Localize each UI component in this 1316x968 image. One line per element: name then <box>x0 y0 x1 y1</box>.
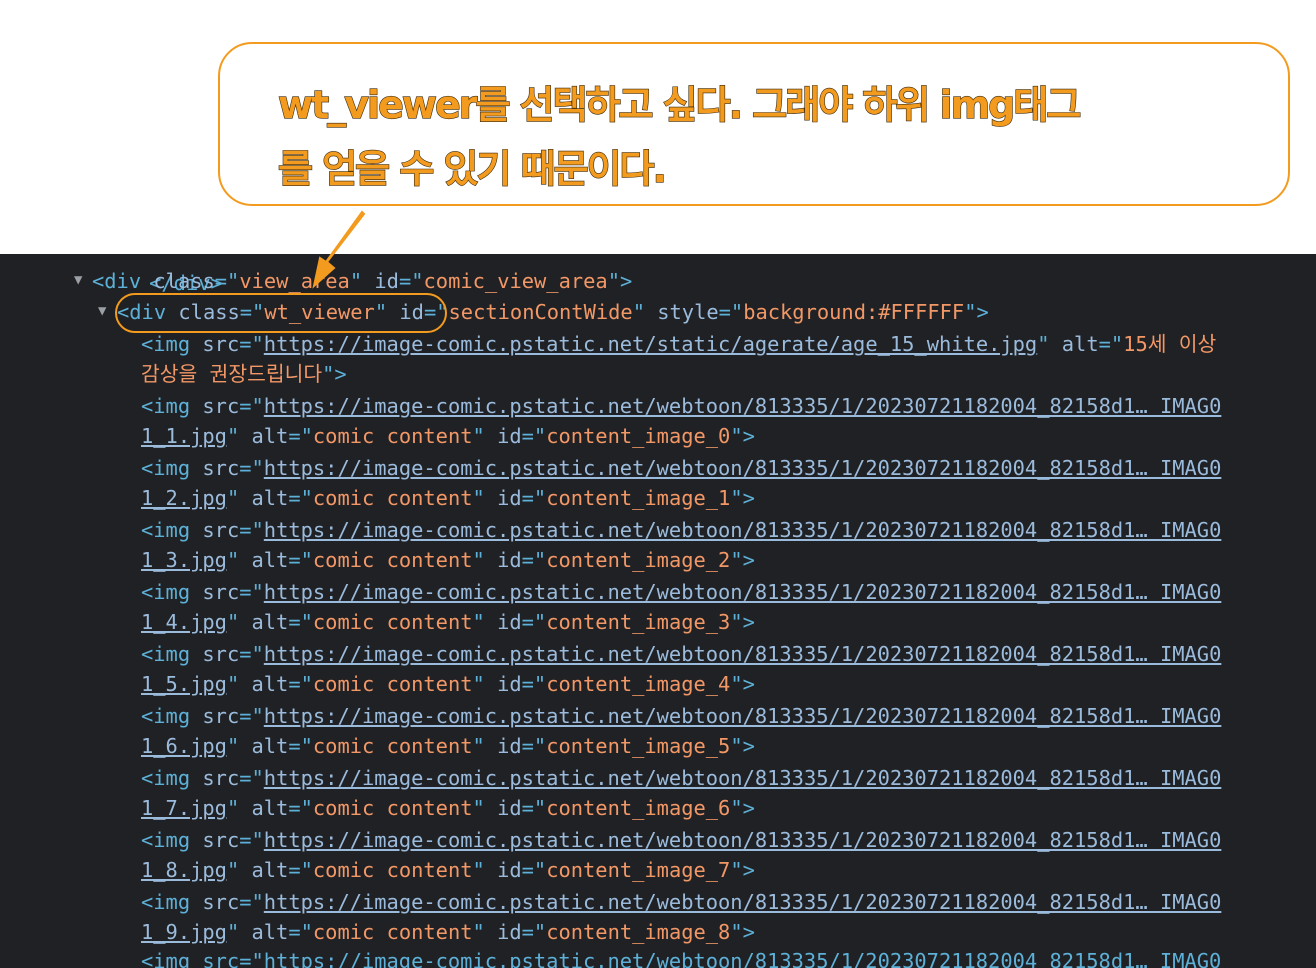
node-content-image[interactable]: <img src="https://image-comic.pstatic.ne… <box>141 887 1221 917</box>
node-content-image-wrap: 1_2.jpg" alt="comic content" id="content… <box>141 486 755 510</box>
src-link-file[interactable]: 1_2.jpg <box>141 486 227 510</box>
src-link-file[interactable]: 1_7.jpg <box>141 796 227 820</box>
src-link[interactable]: https://image-comic.pstatic.net/static/a… <box>264 332 1037 356</box>
annotation-callout: wt_viewer를 선택하고 싶다. 그래야 하위 img태그 를 얻을 수 … <box>218 42 1290 206</box>
node-content-image-wrap: 1_1.jpg" alt="comic content" id="content… <box>141 424 755 448</box>
node-content-image[interactable]: <img src="https://image-comic.pstatic.ne… <box>141 701 1221 731</box>
src-link[interactable]: https://image-comic.pstatic.net/webtoon/… <box>264 642 1222 666</box>
node-content-image-wrap: 1_3.jpg" alt="comic content" id="content… <box>141 548 755 572</box>
callout-text-line2: 를 얻을 수 있기 때문이다. <box>277 146 667 191</box>
node-content-image[interactable]: <img src="https://image-comic.pstatic.ne… <box>141 639 1221 669</box>
node-content-image-wrap: 1_4.jpg" alt="comic content" id="content… <box>141 610 755 634</box>
src-link-file[interactable]: 1_5.jpg <box>141 672 227 696</box>
src-link[interactable]: https://image-comic.pstatic.net/webtoon/… <box>264 828 1222 852</box>
node-content-image[interactable]: <img src="https://image-comic.pstatic.ne… <box>141 763 1221 793</box>
src-link[interactable]: https://image-comic.pstatic.net/webtoon/… <box>264 394 1222 418</box>
src-link-file[interactable]: 1_4.jpg <box>141 610 227 634</box>
expand-triangle-icon[interactable]: ▼ <box>74 272 82 288</box>
callout-text-line1: wt_viewer를 선택하고 싶다. 그래야 하위 img태그 <box>277 82 1082 127</box>
src-link[interactable]: https://image-comic.pstatic.net/webtoon/… <box>264 518 1222 542</box>
node-content-image[interactable]: <img src="https://image-comic.pstatic.ne… <box>141 577 1221 607</box>
src-link-file[interactable]: 1_9.jpg <box>141 920 227 944</box>
node-content-image-wrap: 1_6.jpg" alt="comic content" id="content… <box>141 734 755 758</box>
node-content-image[interactable]: <img src="https://image-comic.pstatic.ne… <box>141 515 1221 545</box>
node-view-area[interactable]: <div class="view_area" id="comic_view_ar… <box>92 266 632 296</box>
node-content-image[interactable]: <img src="https://image-comic.pstatic.ne… <box>141 825 1221 855</box>
src-link[interactable]: https://image-comic.pstatic.net/webtoon/… <box>264 766 1222 790</box>
src-link[interactable]: https://image-comic.pstatic.net/webtoon/… <box>264 890 1222 914</box>
src-link[interactable]: https://image-comic.pstatic.net/webtoon/… <box>264 580 1222 604</box>
src-link-file[interactable]: 1_8.jpg <box>141 858 227 882</box>
node-content-image[interactable]: <img src="https://image-comic.pstatic.ne… <box>141 453 1221 483</box>
node-content-image-wrap: 1_8.jpg" alt="comic content" id="content… <box>141 858 755 882</box>
src-link-file[interactable]: 1_3.jpg <box>141 548 227 572</box>
node-wt-viewer[interactable]: <div class="wt_viewer" id="sectionContWi… <box>117 297 989 327</box>
node-age-img-wrap: 감상을 권장드립니다"> <box>141 362 347 386</box>
src-link-file[interactable]: 1_1.jpg <box>141 424 227 448</box>
node-age-img[interactable]: <img src="https://image-comic.pstatic.ne… <box>141 329 1216 359</box>
node-content-image[interactable]: <img src="https://image-comic.pstatic.ne… <box>141 391 1221 421</box>
src-link-file[interactable]: 1_6.jpg <box>141 734 227 758</box>
node-content-image-wrap: 1_5.jpg" alt="comic content" id="content… <box>141 672 755 696</box>
node-content-image-wrap: 1_7.jpg" alt="comic content" id="content… <box>141 796 755 820</box>
src-link[interactable]: https://image-comic.pstatic.net/webtoon/… <box>264 704 1222 728</box>
devtools-elements-panel: </div> ▼ <div class="view_area" id="comi… <box>0 254 1316 968</box>
node-content-image-wrap: 1_9.jpg" alt="comic content" id="content… <box>141 920 755 944</box>
src-link[interactable]: https://image-comic.pstatic.net/webtoon/… <box>264 456 1222 480</box>
expand-triangle-icon[interactable]: ▼ <box>98 303 106 319</box>
node-partial-bottom: <img src="https://image-comic.pstatic.ne… <box>141 949 1222 968</box>
